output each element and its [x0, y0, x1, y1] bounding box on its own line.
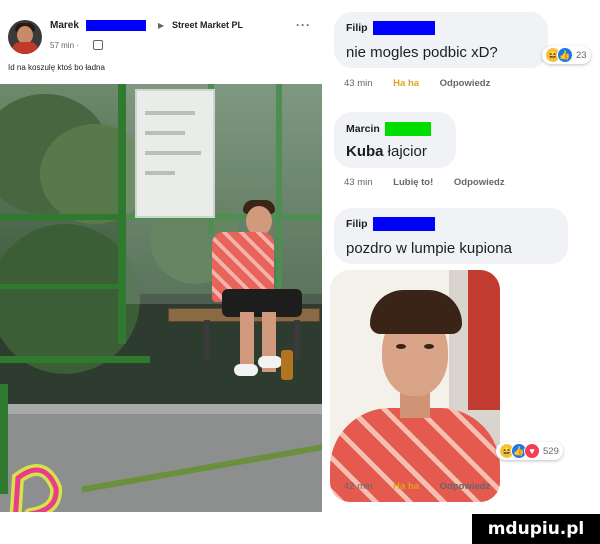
like-action[interactable]: Lubię to! [393, 177, 433, 188]
post-author-name[interactable]: Marek [50, 20, 79, 31]
reply-action[interactable]: Odpowiedz [440, 78, 491, 89]
comment-author[interactable]: Filip [346, 22, 368, 34]
comment-actions: 43 min Ha ha Odpowiedz [344, 78, 508, 89]
post-page-name[interactable]: Street Market PL [172, 20, 243, 30]
comment-time[interactable]: 43 min [344, 177, 373, 188]
comment-author[interactable]: Filip [346, 218, 368, 230]
redaction-bar [384, 122, 431, 136]
shared-to-arrow-icon: ▶ [158, 21, 165, 30]
like-reaction-icon: 👍 [557, 47, 573, 63]
reply-action[interactable]: Odpowiedz [454, 177, 505, 188]
redaction-bar [372, 217, 435, 231]
post-author[interactable]: Marek [50, 20, 146, 31]
avatar[interactable] [8, 20, 42, 54]
logo-p-icon [9, 464, 63, 512]
comment-actions: 42 min Ha ha Odpowiedz [344, 481, 508, 492]
love-reaction-icon: ♥ [524, 443, 540, 459]
watermark: mdupiu.pl [472, 514, 600, 544]
post-caption: Id na koszulę ktoś bo ładna [8, 63, 105, 72]
comment-reactions[interactable]: 😆 👍 ♥ 529 [496, 442, 563, 460]
tagged-user[interactable]: Kuba [346, 143, 384, 160]
comment-bubble[interactable]: Marcin Kuba łajcior [334, 112, 456, 168]
comment-text: nie mogles podbic xD? [346, 44, 498, 61]
comment-text: pozdro w lumpie kupiona [346, 240, 512, 257]
comment-time[interactable]: 43 min [344, 78, 373, 89]
comment-author[interactable]: Marcin [346, 123, 380, 135]
post-header: Marek ▶ Street Market PL ··· 57 min · Id… [0, 0, 322, 80]
comment-actions: 43 min Lubię to! Odpowiedz [344, 177, 523, 188]
comment-time[interactable]: 42 min [344, 481, 373, 492]
comment-text: łajcior [387, 143, 427, 160]
comment-photo[interactable] [330, 270, 500, 502]
reaction-count: 529 [543, 445, 559, 457]
globe-icon [93, 40, 103, 50]
comment-reactions[interactable]: 😆 👍 23 [542, 46, 591, 64]
reply-action[interactable]: Odpowiedz [440, 481, 491, 492]
more-options-icon[interactable]: ··· [296, 18, 311, 32]
haha-action[interactable]: Ha ha [393, 481, 419, 492]
post-photo[interactable] [0, 84, 322, 512]
reaction-count: 23 [576, 49, 587, 61]
haha-action[interactable]: Ha ha [393, 78, 419, 89]
post-time[interactable]: 57 min · [50, 41, 79, 50]
comment-bubble[interactable]: Filip pozdro w lumpie kupiona [334, 208, 568, 264]
comment-bubble[interactable]: Filip nie mogles podbic xD? [334, 12, 548, 68]
redaction-bar [372, 21, 435, 35]
redaction-bar [85, 20, 146, 31]
